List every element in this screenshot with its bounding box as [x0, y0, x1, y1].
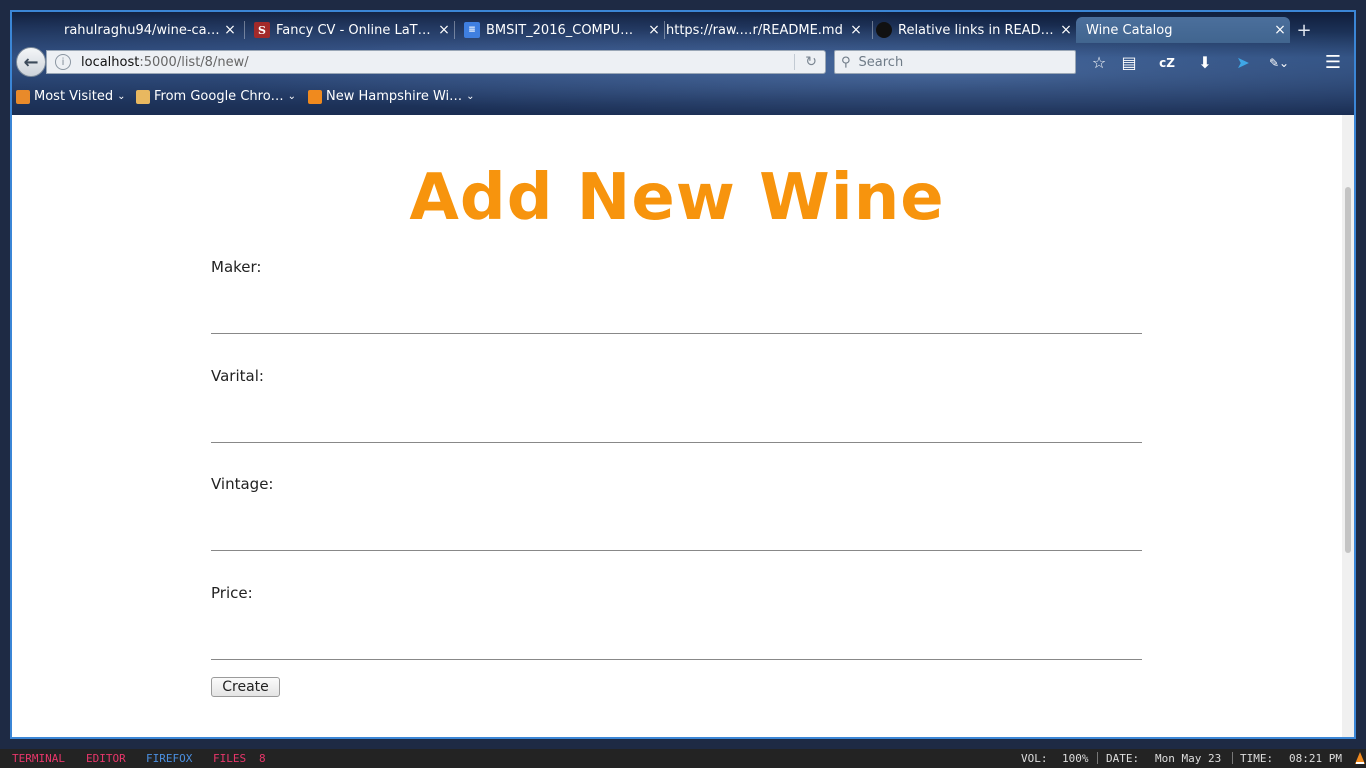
- bookmark-most-visited[interactable]: Most Visited ⌄: [16, 89, 126, 104]
- bookmark-from-google-chrome[interactable]: From Google Chro… ⌄: [136, 89, 296, 104]
- add-wine-form: Maker: Varital: Vintage: Price:: [211, 258, 1143, 692]
- vintage-label: Vintage:: [211, 475, 274, 493]
- workspace-files[interactable]: FILES: [213, 752, 246, 765]
- page-content: Add New Wine Maker: Varital: Vintage: Pr…: [12, 115, 1342, 737]
- create-button[interactable]: Create: [211, 677, 280, 697]
- page-scrollbar[interactable]: [1342, 115, 1354, 737]
- vintage-input[interactable]: [211, 515, 1142, 551]
- bookmark-new-hampshire[interactable]: New Hampshire Wi… ⌄: [308, 89, 475, 104]
- maker-input[interactable]: [211, 298, 1142, 334]
- close-icon[interactable]: ×: [1270, 22, 1290, 38]
- sharelatex-icon: S: [254, 22, 270, 38]
- most-visited-icon: [16, 89, 30, 104]
- varital-field: Varital:: [211, 367, 1143, 476]
- folder-icon: [136, 89, 150, 104]
- tab-wine-catalog-repo[interactable]: rahulraghu94/wine-ca… ×: [10, 17, 240, 43]
- reload-icon[interactable]: ↻: [805, 54, 817, 70]
- hamburger-menu-icon[interactable]: ☰: [1322, 52, 1344, 74]
- tab-strip: rahulraghu94/wine-ca… × S Fancy CV - Onl…: [10, 17, 1356, 43]
- vintage-field: Vintage:: [211, 475, 1143, 584]
- volume-value: 100%: [1062, 752, 1089, 765]
- new-tab-icon[interactable]: +: [1294, 21, 1314, 41]
- info-icon[interactable]: i: [55, 54, 71, 70]
- search-bar[interactable]: ⚲ Search: [834, 50, 1076, 74]
- maker-label: Maker:: [211, 258, 262, 276]
- close-icon[interactable]: ×: [846, 22, 866, 38]
- workspace-terminal[interactable]: TERMINAL: [12, 752, 65, 765]
- extension-menu-icon[interactable]: ✎⌄: [1268, 52, 1290, 74]
- tab-bmsit-doc[interactable]: ≡ BMSIT_2016_COMPU… ×: [454, 17, 664, 43]
- workspace-editor[interactable]: EDITOR: [86, 752, 126, 765]
- varital-label: Varital:: [211, 366, 264, 385]
- page-title: Add New Wine: [409, 161, 945, 235]
- close-icon[interactable]: ×: [1056, 22, 1076, 38]
- bookmarks-bar: Most Visited ⌄ From Google Chro… ⌄ New H…: [10, 85, 1356, 111]
- bookmark-star-icon[interactable]: ☆: [1088, 52, 1110, 74]
- varital-input[interactable]: [211, 406, 1142, 443]
- github-icon: [876, 22, 892, 38]
- date-value: Mon May 23: [1155, 752, 1222, 765]
- navigation-bar: ← i localhost:5000/list/8/new/ ↻ ⚲ Searc…: [10, 43, 1356, 81]
- url-bar[interactable]: i localhost:5000/list/8/new/ ↻: [46, 50, 826, 74]
- github-icon: [20, 22, 42, 38]
- status-bar: TERMINAL EDITOR FIREFOX FILES 8 VOL: 100…: [0, 749, 1366, 768]
- tab-relative-links[interactable]: Relative links in READ… ×: [866, 17, 1076, 43]
- close-icon[interactable]: ×: [220, 22, 240, 38]
- tab-wine-catalog[interactable]: Wine Catalog ×: [1076, 17, 1290, 43]
- tab-fancy-cv[interactable]: S Fancy CV - Online LaT… ×: [244, 17, 454, 43]
- telegram-icon[interactable]: ➤: [1232, 52, 1254, 74]
- price-field: Price:: [211, 584, 1143, 693]
- back-button[interactable]: ←: [16, 47, 46, 77]
- search-icon: ⚲: [841, 54, 851, 70]
- time-value: 08:21 PM: [1289, 752, 1342, 765]
- volume-label: VOL:: [1021, 752, 1048, 765]
- reading-list-icon[interactable]: ▤: [1118, 52, 1140, 74]
- download-icon[interactable]: ⬇: [1194, 52, 1216, 74]
- price-label: Price:: [211, 583, 253, 602]
- rss-icon: [308, 89, 322, 104]
- workspace-8[interactable]: 8: [259, 752, 266, 765]
- cz-extension-icon[interactable]: cZ: [1156, 52, 1178, 74]
- back-arrow-icon: ←: [23, 51, 39, 73]
- chevron-down-icon: ⌄: [287, 91, 297, 102]
- chevron-down-icon: ⌄: [466, 91, 475, 102]
- time-label: TIME:: [1240, 752, 1274, 765]
- workspace-firefox[interactable]: FIREFOX: [146, 752, 192, 765]
- chevron-down-icon: ⌄: [117, 91, 126, 102]
- tab-readme-raw[interactable]: https://raw.…r/README.md ×: [656, 17, 866, 43]
- vlc-tray-icon[interactable]: [1354, 751, 1366, 765]
- docs-icon: ≡: [464, 22, 480, 38]
- close-icon[interactable]: ×: [434, 22, 454, 38]
- browser-chrome: rahulraghu94/wine-ca… × S Fancy CV - Onl…: [10, 10, 1356, 115]
- price-input[interactable]: [211, 623, 1142, 660]
- maker-field: Maker:: [211, 258, 1143, 367]
- scrollbar-thumb[interactable]: [1345, 187, 1351, 553]
- date-label: DATE:: [1106, 752, 1140, 765]
